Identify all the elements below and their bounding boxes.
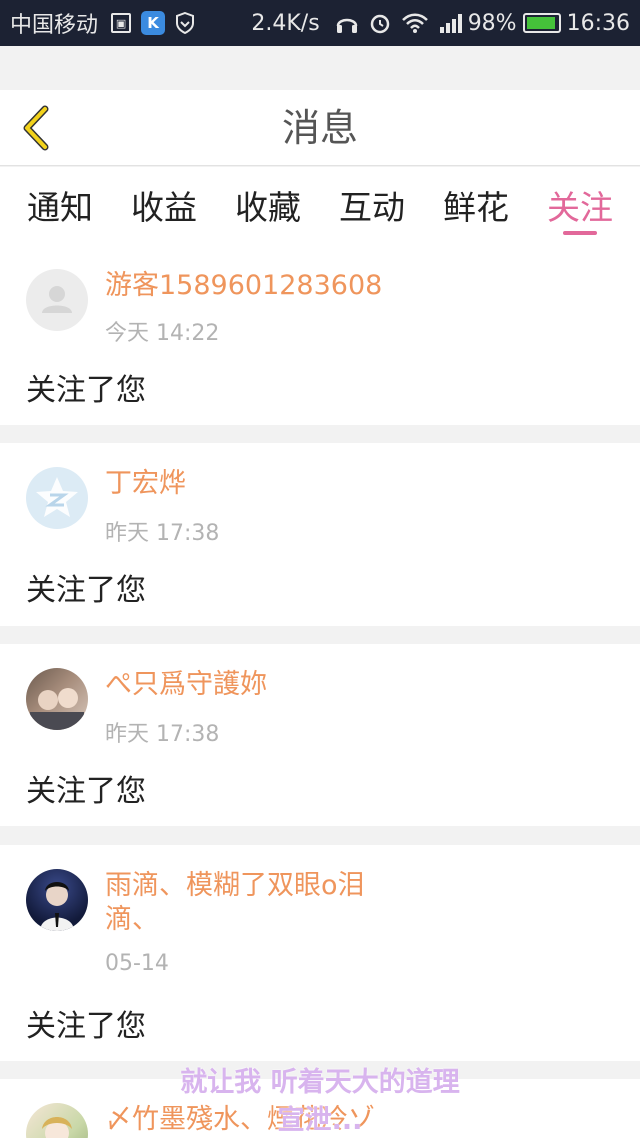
- list-item[interactable]: ぺ只爲守護妳 昨天 17:38 关注了您: [0, 644, 640, 826]
- qq-zone-icon: [36, 477, 78, 517]
- image-icon: ▣: [111, 13, 132, 33]
- tab-notifications[interactable]: 通知: [20, 181, 100, 229]
- list-item[interactable]: 雨滴、模糊了双眼o泪滴、 05-14 关注了您: [0, 845, 640, 1061]
- tab-favorites[interactable]: 收藏: [228, 181, 308, 229]
- tab-bar: 通知 收益 收藏 互动 鲜花 关注: [0, 167, 640, 245]
- message-text: 关注了您: [26, 373, 146, 408]
- network-speed: 2.4K/s: [251, 10, 320, 36]
- message-text: 关注了您: [26, 573, 146, 608]
- username-link[interactable]: ぺ只爲守護妳: [105, 668, 405, 702]
- username-link[interactable]: 雨滴、模糊了双眼o泪滴、: [105, 869, 405, 937]
- overlay-caption: 宣泄...: [277, 1105, 363, 1136]
- message-text: 关注了您: [26, 1009, 146, 1044]
- signal-icon: [439, 13, 462, 33]
- shield-icon: [175, 12, 195, 34]
- username-link[interactable]: 丁宏烨: [105, 467, 405, 501]
- tab-earnings[interactable]: 收益: [124, 181, 204, 229]
- battery-icon: [522, 13, 561, 33]
- username-link[interactable]: 游客1589601283608: [105, 269, 405, 303]
- message-text: 关注了您: [26, 774, 146, 809]
- battery-percent: 98%: [467, 10, 517, 36]
- app-header: 消息: [0, 90, 640, 166]
- overlay-caption: 就让我 听着天大的道理: [180, 1067, 460, 1098]
- wifi-icon: [401, 12, 429, 34]
- timestamp: 今天 14:22: [105, 321, 220, 346]
- avatar[interactable]: [26, 668, 88, 730]
- default-user-icon: [42, 286, 72, 313]
- avatar[interactable]: [26, 869, 88, 931]
- tab-follows[interactable]: 关注: [540, 181, 620, 229]
- tab-interactions[interactable]: 互动: [332, 181, 412, 229]
- timestamp: 昨天 17:38: [105, 722, 220, 747]
- list-item[interactable]: 游客1589601283608 今天 14:22 关注了您: [0, 245, 640, 425]
- avatar[interactable]: [26, 269, 88, 331]
- user-photo-icon: [30, 688, 84, 730]
- tab-flowers[interactable]: 鲜花: [436, 181, 516, 229]
- user-photo-icon: [40, 882, 74, 931]
- carrier-label: 中国移动: [10, 13, 99, 38]
- active-tab-indicator: [563, 231, 597, 235]
- headphones-icon: [335, 12, 359, 34]
- clock: 16:36: [566, 10, 630, 36]
- avatar[interactable]: [26, 467, 88, 529]
- page-title: 消息: [281, 106, 358, 150]
- k-app-icon: K: [141, 11, 166, 35]
- timestamp: 05-14: [105, 951, 169, 976]
- alarm-icon: [369, 12, 391, 34]
- list-item[interactable]: 丁宏烨 昨天 17:38 关注了您: [0, 443, 640, 626]
- timestamp: 昨天 17:38: [105, 521, 220, 546]
- status-bar: 中国移动 ▣ K 2.4K/s 98% 16:36: [0, 0, 640, 46]
